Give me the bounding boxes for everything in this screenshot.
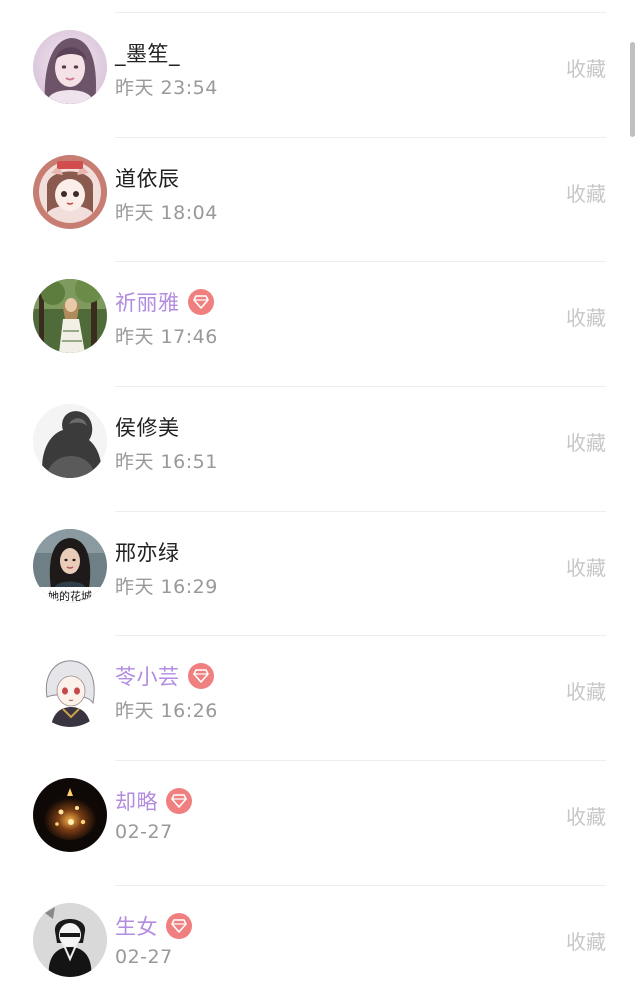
girl-portrait-avatar[interactable] <box>33 30 107 104</box>
user-name: 邢亦绿 <box>115 540 180 565</box>
visit-time: 昨天 23:54 <box>115 77 218 99</box>
name-line: 却略 <box>115 785 192 817</box>
visit-time: 02-27 <box>115 945 173 968</box>
name-line: 生女 <box>115 910 192 942</box>
name-line: _墨笙_ <box>115 37 218 69</box>
list-item[interactable]: 祈丽雅 昨天 17:46 收藏 <box>0 262 640 387</box>
user-name: 却略 <box>115 790 158 815</box>
name-line: 祈丽雅 <box>115 286 218 318</box>
visit-time: 昨天 18:04 <box>115 201 218 224</box>
diamond-icon <box>166 788 192 815</box>
visit-time: 02-27 <box>115 821 173 844</box>
list-item[interactable]: 却略 02-27 收藏 <box>0 761 640 886</box>
user-info: 道依辰 昨天 18:04 <box>115 162 218 225</box>
masked-figure-avatar[interactable] <box>33 902 107 977</box>
list-item[interactable]: 苓小芸 昨天 16:26 收藏 <box>0 636 640 761</box>
user-info: 生女 02-27 <box>115 910 192 968</box>
diamond-icon <box>166 912 192 939</box>
collect-button[interactable]: 收藏 <box>566 178 606 207</box>
collect-button[interactable]: 收藏 <box>566 552 606 581</box>
collect-button[interactable]: 收藏 <box>566 302 606 331</box>
favorites-list-page: _墨笙_ 昨天 23:54 收藏 道依辰 昨天 18:04 收藏 祈丽雅 昨天 … <box>0 0 640 1008</box>
user-info: 邢亦绿 昨天 16:29 <box>115 536 218 599</box>
diamond-icon <box>187 289 214 316</box>
user-name: _墨笙_ <box>115 42 180 66</box>
list-item[interactable]: _墨笙_ 昨天 23:54 收藏 <box>0 13 640 138</box>
name-line: 苓小芸 <box>115 660 218 692</box>
visit-time: 昨天 16:26 <box>115 700 218 723</box>
user-name: 苓小芸 <box>115 665 180 690</box>
visit-time: 昨天 17:46 <box>115 326 218 349</box>
user-info: _墨笙_ 昨天 23:54 <box>115 37 218 100</box>
anime-character-avatar[interactable] <box>33 653 107 728</box>
diamond-icon <box>187 663 214 690</box>
scrollbar[interactable] <box>630 42 635 137</box>
user-name: 道依辰 <box>115 166 180 191</box>
user-info: 苓小芸 昨天 16:26 <box>115 660 218 723</box>
user-name: 生女 <box>115 914 158 939</box>
user-info: 侯修美 昨天 16:51 <box>115 411 218 474</box>
user-info: 却略 02-27 <box>115 785 192 843</box>
collect-button[interactable]: 收藏 <box>566 801 606 830</box>
grayscale-silhouette-avatar[interactable] <box>33 404 107 479</box>
collect-button[interactable]: 收藏 <box>566 427 606 456</box>
user-name: 祈丽雅 <box>115 291 180 316</box>
avatar-caption: 她的花城 <box>48 589 92 603</box>
user-list: _墨笙_ 昨天 23:54 收藏 道依辰 昨天 18:04 收藏 祈丽雅 昨天 … <box>0 13 640 1008</box>
visit-time: 昨天 16:29 <box>115 575 218 598</box>
collect-button[interactable]: 收藏 <box>566 53 606 82</box>
list-item[interactable]: 她的花城 邢亦绿 昨天 16:29 收藏 <box>0 512 640 637</box>
list-item[interactable]: 道依辰 昨天 18:04 收藏 <box>0 138 640 263</box>
user-name: 侯修美 <box>115 416 180 441</box>
collect-button[interactable]: 收藏 <box>566 676 606 705</box>
list-item[interactable]: 生女 02-27 收藏 <box>0 886 640 1008</box>
name-line: 道依辰 <box>115 162 218 194</box>
candle-lantern-avatar[interactable] <box>33 778 107 853</box>
collect-button[interactable]: 收藏 <box>566 926 606 955</box>
visit-time: 昨天 16:51 <box>115 451 218 474</box>
cartoon-girl-avatar[interactable] <box>33 154 107 229</box>
name-line: 侯修美 <box>115 411 218 443</box>
list-item[interactable]: 侯修美 昨天 16:51 收藏 <box>0 387 640 512</box>
woman-in-forest-avatar[interactable] <box>33 279 107 354</box>
name-line: 邢亦绿 <box>115 536 218 568</box>
long-hair-woman-avatar[interactable]: 她的花城 <box>33 528 107 603</box>
user-info: 祈丽雅 昨天 17:46 <box>115 286 218 349</box>
